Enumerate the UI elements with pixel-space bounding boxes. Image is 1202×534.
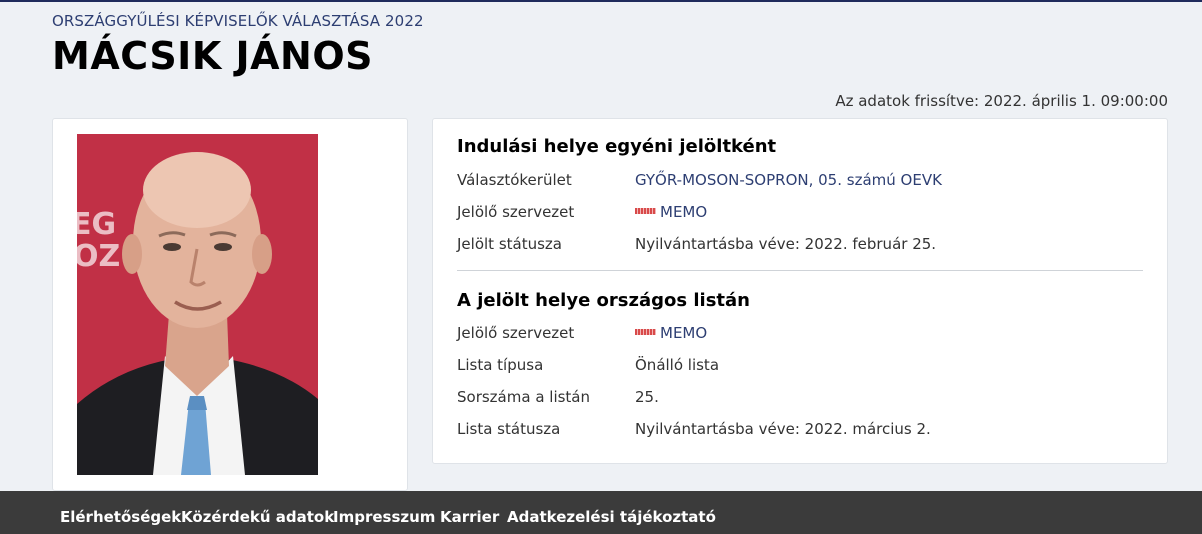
- candidate-name: MÁCSIK JÁNOS: [52, 34, 374, 78]
- row-label: Lista típusa: [457, 356, 544, 374]
- candidate-photo: EG OZ: [77, 134, 318, 475]
- svg-text:OZ: OZ: [77, 239, 120, 274]
- updated-timestamp: Az adatok frissítve: 2022. április 1. 09…: [835, 92, 1168, 110]
- row-list-position: Sorszáma a listán 25.: [457, 388, 1147, 412]
- election-title: ORSZÁGGYŰLÉSI KÉPVISELŐK VÁLASZTÁSA 2022: [52, 12, 424, 30]
- row-label: Sorszáma a listán: [457, 388, 591, 406]
- row-label: Lista státusza: [457, 420, 561, 438]
- row-label: Választókerület: [457, 171, 572, 189]
- row-constituency: Választókerület GYŐR-MOSON-SOPRON, 05. s…: [457, 171, 1147, 195]
- footer: Elérhetőségek Közérdekű adatok Impresszu…: [0, 491, 1202, 534]
- row-list-type: Lista típusa Önálló lista: [457, 356, 1147, 380]
- row-list-nominating-org: Jelölő szervezet MEMO: [457, 324, 1147, 348]
- footer-link-imprint[interactable]: Impresszum: [333, 508, 435, 526]
- row-list-status: Lista státusza Nyilvántartásba véve: 202…: [457, 420, 1147, 444]
- photo-card: EG OZ: [52, 118, 408, 491]
- row-candidate-status: Jelölt státusza Nyilvántartásba véve: 20…: [457, 235, 1147, 259]
- org-value[interactable]: MEMO: [635, 203, 707, 221]
- info-card: Indulási helye egyéni jelöltként Választ…: [432, 118, 1168, 464]
- list-type-value: Önálló lista: [635, 356, 720, 374]
- memo-logo-icon: [635, 207, 656, 214]
- individual-section-title: Indulási helye egyéni jelöltként: [457, 136, 777, 157]
- footer-link-privacy[interactable]: Adatkezelési tájékoztató: [507, 508, 716, 526]
- row-label: Jelölt státusza: [457, 235, 562, 253]
- national-list-section-title: A jelölt helye országos listán: [457, 290, 750, 311]
- row-label: Jelölő szervezet: [457, 203, 575, 221]
- row-label: Jelölő szervezet: [457, 324, 575, 342]
- footer-link-careers[interactable]: Karrier: [440, 508, 499, 526]
- section-divider: [457, 270, 1143, 271]
- svg-text:EG: EG: [77, 207, 116, 242]
- constituency-link[interactable]: GYŐR-MOSON-SOPRON, 05. számú OEVK: [635, 171, 942, 189]
- footer-link-contacts[interactable]: Elérhetőségek: [60, 508, 181, 526]
- top-rule: [0, 0, 1202, 2]
- org-link[interactable]: MEMO: [660, 324, 707, 342]
- row-nominating-org: Jelölő szervezet MEMO: [457, 203, 1147, 227]
- org-value[interactable]: MEMO: [635, 324, 707, 342]
- footer-link-public-data[interactable]: Közérdekű adatok: [181, 508, 334, 526]
- list-position-value: 25.: [635, 388, 659, 406]
- memo-logo-icon: [635, 328, 656, 335]
- list-status-value: Nyilvántartásba véve: 2022. március 2.: [635, 420, 931, 438]
- portrait-illustration: EG OZ: [77, 134, 318, 475]
- org-link[interactable]: MEMO: [660, 203, 707, 221]
- status-value: Nyilvántartásba véve: 2022. február 25.: [635, 235, 937, 253]
